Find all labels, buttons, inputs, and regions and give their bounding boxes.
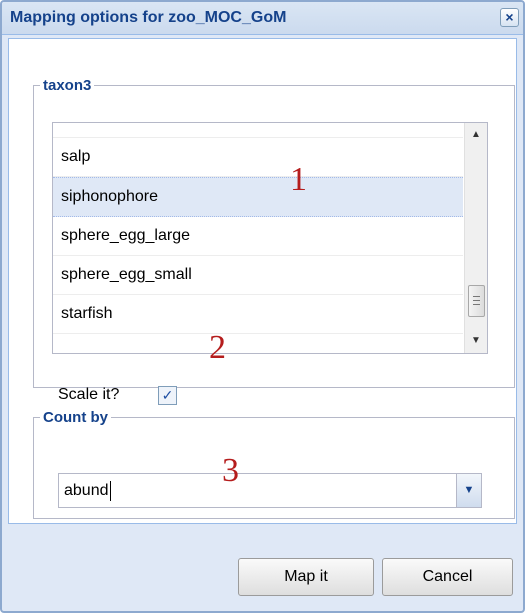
scroll-thumb[interactable] [468,285,485,317]
list-item-selected[interactable]: siphonophore [53,177,463,217]
taxon-list: radiolarians salp siphonophore sphere_eg… [53,123,463,334]
list-item[interactable]: radiolarians [53,123,463,138]
map-it-button[interactable]: Map it [238,558,374,596]
text-caret [109,480,111,501]
count-by-value: abund [64,482,109,499]
chevron-down-icon[interactable]: ▼ [456,473,482,508]
scroll-down-arrow-icon[interactable]: ▼ [465,331,487,351]
dialog-footer: Map it Cancel [2,524,523,611]
vertical-scrollbar[interactable]: ▲ ▼ [464,123,487,353]
thumb-grip-line [473,304,480,305]
cancel-button[interactable]: Cancel [382,558,513,596]
dialog-body: taxon3 radiolarians salp siphonophore sp… [8,38,517,524]
annotation-1: 1 [290,161,307,198]
scale-label: Scale it? [58,386,120,403]
count-by-fieldset: Count by abund ▼ [33,409,515,519]
count-by-legend: Count by [43,409,108,426]
count-by-input[interactable]: abund [58,473,456,508]
taxon-listbox[interactable]: radiolarians salp siphonophore sphere_eg… [52,122,488,354]
list-item[interactable]: sphere_egg_large [53,217,463,256]
thumb-grip-line [473,300,480,301]
list-item[interactable]: sphere_egg_small [53,256,463,295]
annotation-2: 2 [209,329,226,366]
mapping-options-dialog: Mapping options for zoo_MOC_GoM × taxon3… [0,0,525,613]
thumb-grip-line [473,296,480,297]
scroll-up-arrow-icon[interactable]: ▲ [465,125,487,145]
annotation-3: 3 [222,452,239,489]
dialog-title: Mapping options for zoo_MOC_GoM [10,9,287,26]
scale-checkbox[interactable]: ✓ [158,386,177,405]
taxon-fieldset: taxon3 radiolarians salp siphonophore sp… [33,77,515,405]
close-icon[interactable]: × [500,8,519,27]
taxon-legend: taxon3 [43,77,92,94]
dialog-titlebar[interactable]: Mapping options for zoo_MOC_GoM × [2,2,523,35]
list-item[interactable]: starfish [53,295,463,334]
list-item[interactable]: salp [53,138,463,177]
